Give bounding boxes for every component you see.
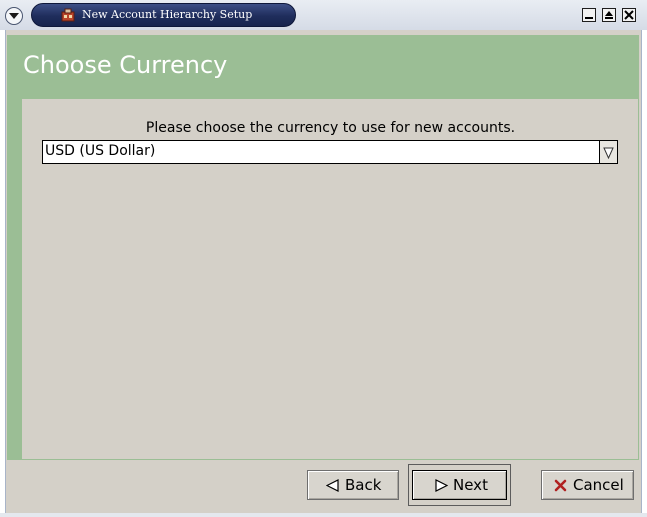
next-button[interactable]: Next [412, 470, 507, 500]
page-header: Choose Currency [7, 35, 639, 99]
currency-dropdown-button[interactable] [599, 140, 618, 164]
currency-combo-box[interactable]: USD (US Dollar) [42, 140, 618, 164]
currency-prompt: Please choose the currency to use for ne… [145, 120, 516, 136]
currency-field[interactable]: USD (US Dollar) [42, 140, 599, 164]
dropdown-arrow-icon [603, 147, 614, 159]
page-side-band [7, 99, 22, 460]
window-menu-button[interactable] [5, 7, 23, 25]
minimize-icon [585, 17, 593, 19]
next-arrow-icon [435, 479, 448, 492]
window-bottom-frame [0, 513, 647, 517]
page-content: Please choose the currency to use for ne… [22, 99, 639, 460]
window-title-bar[interactable]: New Account Hierarchy Setup [0, 0, 647, 30]
back-button-label: Back [345, 476, 382, 494]
window-title: New Account Hierarchy Setup [82, 8, 253, 21]
chevron-down-icon [9, 13, 19, 19]
cancel-button-label: Cancel [573, 476, 624, 494]
cancel-x-icon [554, 479, 567, 492]
next-button-label: Next [453, 476, 488, 494]
window-title-pill: New Account Hierarchy Setup [31, 3, 296, 27]
maximize-icon [605, 11, 613, 19]
page-title: Choose Currency [23, 51, 228, 79]
close-button[interactable] [622, 8, 636, 22]
maximize-button[interactable] [602, 8, 616, 22]
currency-selected-value: USD (US Dollar) [45, 143, 156, 159]
back-arrow-icon [326, 479, 339, 492]
gnucash-app-icon [61, 8, 75, 22]
close-icon [624, 10, 634, 20]
cancel-button[interactable]: Cancel [541, 470, 634, 500]
minimize-button[interactable] [582, 8, 596, 22]
back-button[interactable]: Back [307, 470, 399, 500]
